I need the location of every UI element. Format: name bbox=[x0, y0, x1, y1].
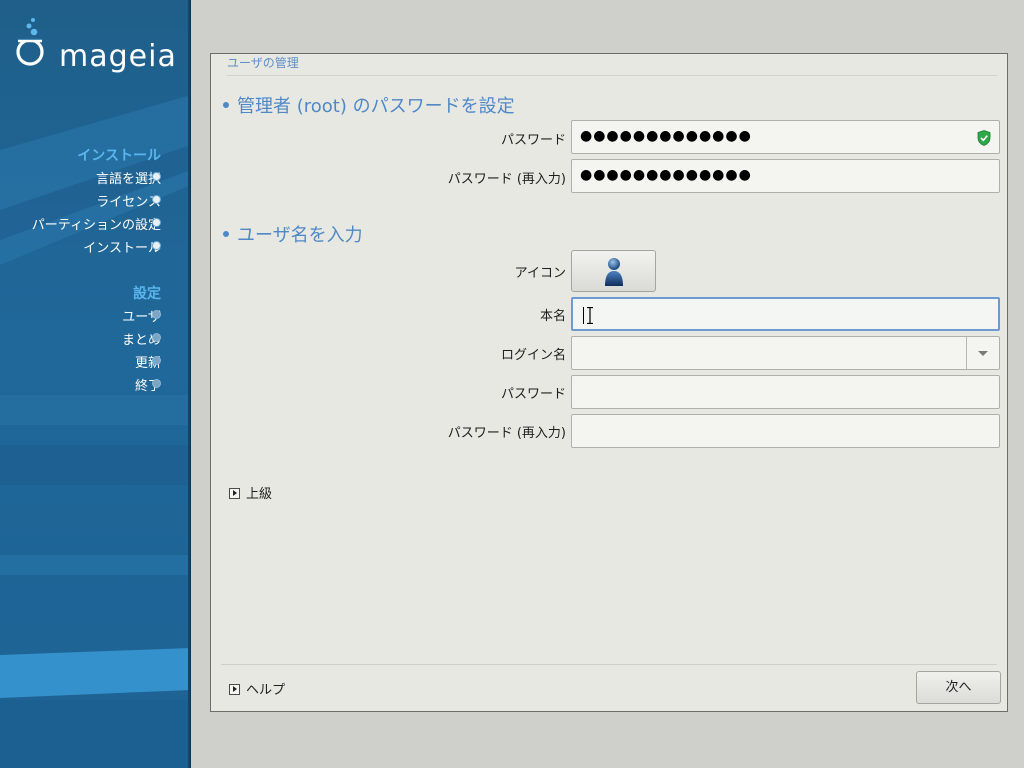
root-password-heading-text: 管理者 (root) のパスワードを設定 bbox=[237, 96, 515, 117]
login-combobox[interactable] bbox=[571, 336, 1000, 370]
user-password-confirm-input[interactable] bbox=[571, 414, 1000, 448]
sidebar-edge bbox=[188, 0, 191, 768]
sidebar-group-config: 設定 bbox=[133, 286, 161, 302]
step-done-dot bbox=[152, 241, 161, 250]
step-pending-dot bbox=[152, 333, 161, 342]
shield-check-icon bbox=[977, 130, 991, 146]
step-done-dot bbox=[152, 172, 161, 181]
login-label: ログイン名 bbox=[500, 348, 566, 363]
expander-arrow-icon bbox=[229, 488, 240, 499]
text-caret bbox=[583, 307, 584, 324]
user-section-heading-text: ユーザ名を入力 bbox=[237, 225, 363, 246]
advanced-expander[interactable]: 上級 bbox=[229, 483, 272, 502]
title-divider bbox=[227, 75, 997, 76]
login-dropdown-button[interactable] bbox=[966, 337, 999, 369]
sidebar-background bbox=[0, 95, 191, 768]
bullet-icon bbox=[223, 102, 229, 108]
step-pending-dot bbox=[152, 356, 161, 365]
root-password-heading: 管理者 (root) のパスワードを設定 bbox=[223, 92, 515, 118]
help-expander[interactable]: ヘルプ bbox=[229, 679, 285, 698]
dialog-title: ユーザの管理 bbox=[227, 56, 299, 70]
step-done-dot bbox=[152, 195, 161, 204]
user-password-input[interactable] bbox=[571, 375, 1000, 409]
help-label: ヘルプ bbox=[246, 683, 286, 698]
user-section-heading: ユーザ名を入力 bbox=[223, 221, 363, 247]
step-done-dot bbox=[152, 218, 161, 227]
bottom-divider bbox=[221, 664, 997, 665]
realname-label: 本名 bbox=[539, 309, 566, 324]
user-password-confirm-label: パスワード (再入力) bbox=[447, 426, 566, 441]
advanced-label: 上級 bbox=[246, 487, 273, 502]
root-password-label: パスワード bbox=[500, 133, 566, 148]
sidebar-group-install: インストール bbox=[77, 148, 161, 164]
realname-input[interactable] bbox=[571, 297, 1000, 331]
root-password-input[interactable]: ●●●●●●●●●●●●● bbox=[571, 120, 1000, 154]
root-password-confirm-input[interactable]: ●●●●●●●●●●●●● bbox=[571, 159, 1000, 193]
step-pending-dot bbox=[152, 379, 161, 388]
user-avatar-icon bbox=[605, 258, 623, 286]
bullet-icon bbox=[223, 231, 229, 237]
step-pending-dot bbox=[152, 310, 161, 319]
chevron-down-icon bbox=[978, 351, 988, 356]
sidebar-item-install[interactable]: インストール bbox=[83, 237, 161, 256]
sidebar-item-partitioning[interactable]: パーティションの設定 bbox=[32, 214, 161, 233]
root-password-confirm-label: パスワード (再入力) bbox=[447, 172, 566, 187]
mageia-cauldron-icon bbox=[16, 18, 44, 66]
user-password-label: パスワード bbox=[500, 387, 566, 402]
next-button[interactable]: 次へ bbox=[916, 671, 1001, 704]
expander-arrow-icon bbox=[229, 684, 240, 695]
user-management-dialog: ユーザの管理 管理者 (root) のパスワードを設定 パスワード ●●●●●●… bbox=[210, 53, 1008, 712]
sidebar: mageia インストール 言語を選択 ライセンス パーティションの設定 インス… bbox=[0, 0, 191, 768]
root-password-value: ●●●●●●●●●●●●● bbox=[580, 128, 752, 144]
mageia-logo: mageia bbox=[14, 14, 184, 74]
root-password-confirm-value: ●●●●●●●●●●●●● bbox=[580, 167, 752, 183]
user-icon-button[interactable] bbox=[571, 250, 656, 292]
logo-wordmark: mageia bbox=[59, 39, 177, 74]
ibeam-cursor-icon bbox=[587, 307, 593, 324]
icon-label: アイコン bbox=[514, 266, 566, 281]
